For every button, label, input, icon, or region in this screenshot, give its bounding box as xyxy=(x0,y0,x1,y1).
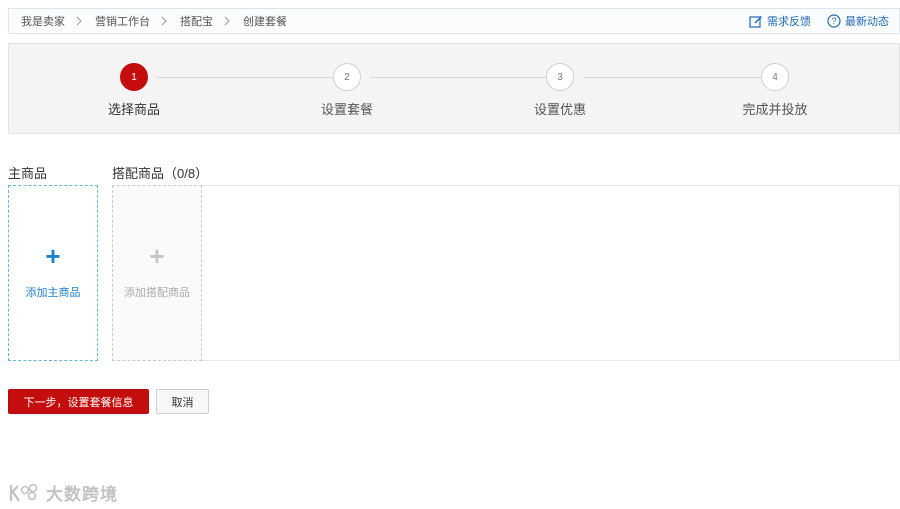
news-link[interactable]: ? 最新动态 xyxy=(827,13,889,29)
edit-icon xyxy=(749,15,762,28)
chevron-right-icon xyxy=(161,16,167,26)
step-progress: 1 2 3 4 选择商品 设置套餐 设置优惠 完成并投放 xyxy=(8,43,900,134)
watermark-text: 大数跨境 xyxy=(46,485,118,504)
plus-icon: + xyxy=(45,241,61,271)
step-connector xyxy=(157,77,333,78)
add-sub-product-label: 添加搭配商品 xyxy=(124,287,190,299)
step-1-label: 选择商品 xyxy=(107,102,160,117)
sub-products-heading: 搭配商品（0/8） xyxy=(112,166,209,181)
news-label: 最新动态 xyxy=(845,16,889,28)
breadcrumb: 我是卖家 营销工作台 搭配宝 创建套餐 xyxy=(21,13,287,29)
breadcrumb-bar: 我是卖家 营销工作台 搭配宝 创建套餐 需求反馈 ? 最新动态 xyxy=(8,8,900,34)
step-connector xyxy=(370,77,546,78)
chevron-right-icon xyxy=(224,16,230,26)
next-step-button[interactable]: 下一步，设置套餐信息 xyxy=(8,389,149,414)
step-2-label: 设置套餐 xyxy=(320,102,373,117)
feedback-label: 需求反馈 xyxy=(767,16,811,28)
sub-products-area xyxy=(112,185,900,361)
help-circle-icon: ? xyxy=(827,14,841,28)
watermark: 大数跨境 xyxy=(8,480,118,505)
add-main-product-label: 添加主商品 xyxy=(25,287,81,299)
breadcrumb-item-create-package: 创建套餐 xyxy=(243,16,287,28)
add-sub-product-button[interactable]: + 添加搭配商品 xyxy=(112,185,202,361)
breadcrumb-item-marketing[interactable]: 营销工作台 xyxy=(95,13,150,29)
breadcrumb-item-dapeibao[interactable]: 搭配宝 xyxy=(180,13,213,29)
kjdsnet-logo-icon xyxy=(9,483,38,502)
step-3-indicator: 3 xyxy=(546,63,574,91)
step-connector xyxy=(583,77,761,78)
feedback-link[interactable]: 需求反馈 xyxy=(749,13,811,29)
main-product-heading: 主商品 xyxy=(8,166,48,181)
top-actions: 需求反馈 ? 最新动态 xyxy=(749,13,899,29)
plus-icon: + xyxy=(149,241,165,271)
step-4-label: 完成并投放 xyxy=(742,102,808,117)
step-1-indicator: 1 xyxy=(120,63,148,91)
step-4-indicator: 4 xyxy=(761,63,789,91)
svg-text:?: ? xyxy=(831,16,836,26)
cancel-button[interactable]: 取消 xyxy=(156,389,209,414)
add-main-product-button[interactable]: + 添加主商品 xyxy=(8,185,98,361)
breadcrumb-item-seller[interactable]: 我是卖家 xyxy=(21,13,65,29)
step-3-label: 设置优惠 xyxy=(533,102,586,117)
chevron-right-icon xyxy=(76,16,82,26)
step-2-indicator: 2 xyxy=(333,63,361,91)
